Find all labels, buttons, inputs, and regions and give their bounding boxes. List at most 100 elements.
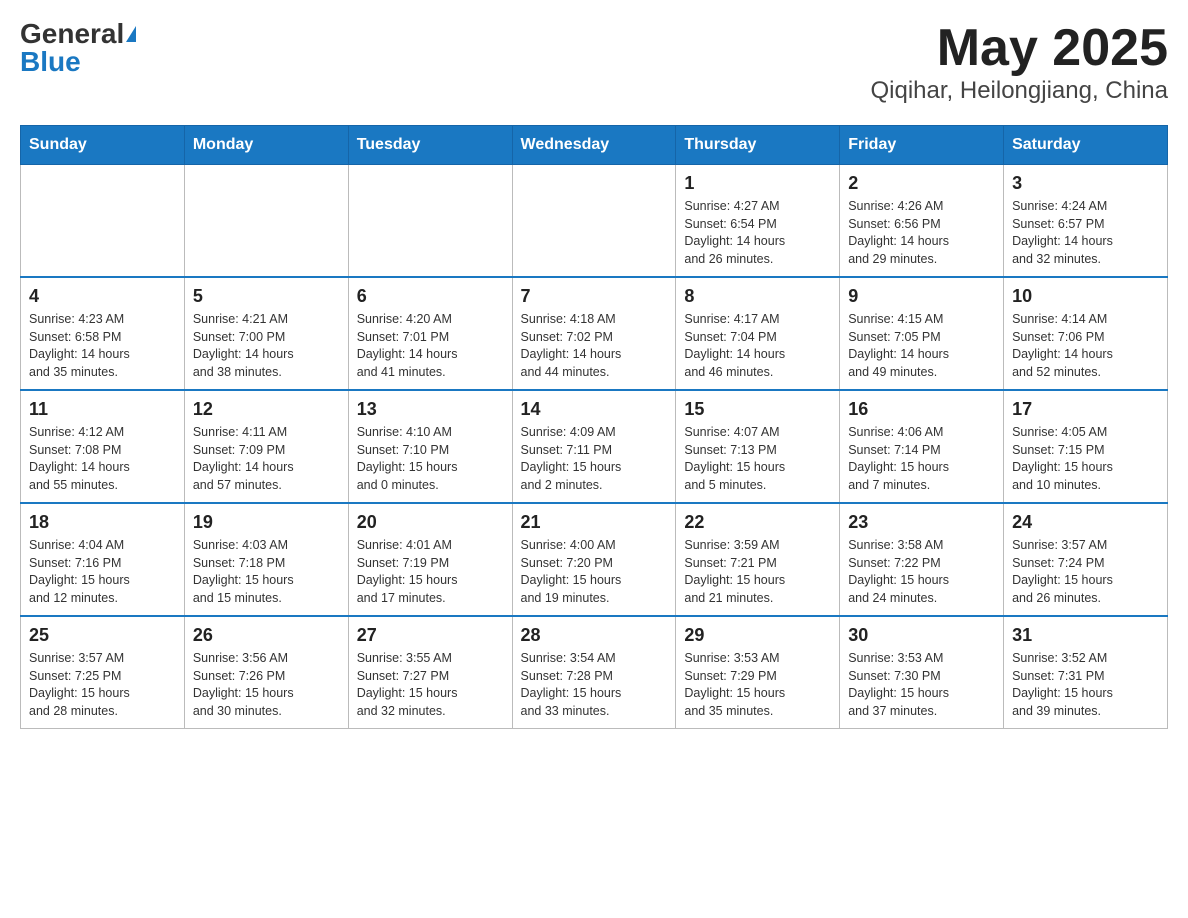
cell-4-1: 26 Sunrise: 3:56 AM Sunset: 7:26 PM Dayli… [184,616,348,729]
day-number: 28 [521,625,668,646]
col-wednesday: Wednesday [512,126,676,165]
cell-4-2: 27 Sunrise: 3:55 AM Sunset: 7:27 PM Dayli… [348,616,512,729]
day-number: 7 [521,286,668,307]
day-number: 9 [848,286,995,307]
week-row-5: 25 Sunrise: 3:57 AM Sunset: 7:25 PM Dayli… [21,616,1168,729]
day-number: 25 [29,625,176,646]
week-row-4: 18Sunrise: 4:04 AM Sunset: 7:16 PM Dayli… [21,503,1168,616]
day-number: 30 [848,625,995,646]
day-number: 4 [29,286,176,307]
cell-1-1: 5 Sunrise: 4:21 AM Sunset: 7:00 PM Daylig… [184,277,348,390]
day-info: Sunrise: 3:53 AM Sunset: 7:29 PM Dayligh… [684,650,831,720]
day-number: 3 [1012,173,1159,194]
cell-2-6: 17Sunrise: 4:05 AM Sunset: 7:15 PM Dayli… [1004,390,1168,503]
day-info: Sunrise: 3:55 AM Sunset: 7:27 PM Dayligh… [357,650,504,720]
day-number: 21 [521,512,668,533]
cell-2-2: 13Sunrise: 4:10 AM Sunset: 7:10 PM Dayli… [348,390,512,503]
cell-0-3 [512,165,676,278]
day-number: 23 [848,512,995,533]
day-number: 19 [193,512,340,533]
day-number: 27 [357,625,504,646]
day-number: 11 [29,399,176,420]
day-info: Sunrise: 4:24 AM Sunset: 6:57 PM Dayligh… [1012,198,1159,268]
day-info: Sunrise: 4:14 AM Sunset: 7:06 PM Dayligh… [1012,311,1159,381]
cell-1-5: 9 Sunrise: 4:15 AM Sunset: 7:05 PM Daylig… [840,277,1004,390]
col-saturday: Saturday [1004,126,1168,165]
calendar-header-row: Sunday Monday Tuesday Wednesday Thursday… [21,126,1168,165]
day-number: 1 [684,173,831,194]
cell-2-1: 12Sunrise: 4:11 AM Sunset: 7:09 PM Dayli… [184,390,348,503]
day-info: Sunrise: 4:21 AM Sunset: 7:00 PM Dayligh… [193,311,340,381]
day-number: 29 [684,625,831,646]
cell-0-1 [184,165,348,278]
cell-3-5: 23 Sunrise: 3:58 AM Sunset: 7:22 PM Dayli… [840,503,1004,616]
day-info: Sunrise: 4:26 AM Sunset: 6:56 PM Dayligh… [848,198,995,268]
day-info: Sunrise: 4:06 AM Sunset: 7:14 PM Dayligh… [848,424,995,494]
day-info: Sunrise: 3:58 AM Sunset: 7:22 PM Dayligh… [848,537,995,607]
day-number: 15 [684,399,831,420]
logo: General Blue [20,20,136,76]
day-number: 10 [1012,286,1159,307]
day-info: Sunrise: 3:56 AM Sunset: 7:26 PM Dayligh… [193,650,340,720]
cell-4-4: 29 Sunrise: 3:53 AM Sunset: 7:29 PM Dayli… [676,616,840,729]
week-row-3: 11 Sunrise: 4:12 AM Sunset: 7:08 PM Dayli… [21,390,1168,503]
cell-1-4: 8Sunrise: 4:17 AM Sunset: 7:04 PM Daylig… [676,277,840,390]
cell-4-3: 28 Sunrise: 3:54 AM Sunset: 7:28 PM Dayli… [512,616,676,729]
col-friday: Friday [840,126,1004,165]
cell-3-0: 18Sunrise: 4:04 AM Sunset: 7:16 PM Dayli… [21,503,185,616]
day-info: Sunrise: 4:12 AM Sunset: 7:08 PM Dayligh… [29,424,176,494]
cell-1-3: 7Sunrise: 4:18 AM Sunset: 7:02 PM Daylig… [512,277,676,390]
day-info: Sunrise: 4:27 AM Sunset: 6:54 PM Dayligh… [684,198,831,268]
cell-3-6: 24 Sunrise: 3:57 AM Sunset: 7:24 PM Dayli… [1004,503,1168,616]
day-info: Sunrise: 4:03 AM Sunset: 7:18 PM Dayligh… [193,537,340,607]
day-info: Sunrise: 3:57 AM Sunset: 7:24 PM Dayligh… [1012,537,1159,607]
day-info: Sunrise: 3:57 AM Sunset: 7:25 PM Dayligh… [29,650,176,720]
day-number: 22 [684,512,831,533]
week-row-1: 1 Sunrise: 4:27 AM Sunset: 6:54 PM Daylig… [21,165,1168,278]
cell-0-5: 2 Sunrise: 4:26 AM Sunset: 6:56 PM Daylig… [840,165,1004,278]
day-number: 8 [684,286,831,307]
cell-3-2: 20Sunrise: 4:01 AM Sunset: 7:19 PM Dayli… [348,503,512,616]
day-info: Sunrise: 3:59 AM Sunset: 7:21 PM Dayligh… [684,537,831,607]
day-info: Sunrise: 4:01 AM Sunset: 7:19 PM Dayligh… [357,537,504,607]
cell-0-6: 3 Sunrise: 4:24 AM Sunset: 6:57 PM Daylig… [1004,165,1168,278]
day-number: 5 [193,286,340,307]
logo-general-text: General [20,20,124,48]
col-tuesday: Tuesday [348,126,512,165]
cell-4-0: 25 Sunrise: 3:57 AM Sunset: 7:25 PM Dayli… [21,616,185,729]
cell-0-4: 1 Sunrise: 4:27 AM Sunset: 6:54 PM Daylig… [676,165,840,278]
week-row-2: 4 Sunrise: 4:23 AM Sunset: 6:58 PM Daylig… [21,277,1168,390]
day-number: 31 [1012,625,1159,646]
day-number: 26 [193,625,340,646]
col-monday: Monday [184,126,348,165]
day-info: Sunrise: 3:52 AM Sunset: 7:31 PM Dayligh… [1012,650,1159,720]
day-info: Sunrise: 4:09 AM Sunset: 7:11 PM Dayligh… [521,424,668,494]
cell-2-3: 14Sunrise: 4:09 AM Sunset: 7:11 PM Dayli… [512,390,676,503]
cell-4-5: 30Sunrise: 3:53 AM Sunset: 7:30 PM Dayli… [840,616,1004,729]
day-info: Sunrise: 3:54 AM Sunset: 7:28 PM Dayligh… [521,650,668,720]
cell-3-3: 21Sunrise: 4:00 AM Sunset: 7:20 PM Dayli… [512,503,676,616]
cell-3-4: 22 Sunrise: 3:59 AM Sunset: 7:21 PM Dayli… [676,503,840,616]
col-thursday: Thursday [676,126,840,165]
day-number: 2 [848,173,995,194]
cell-2-0: 11 Sunrise: 4:12 AM Sunset: 7:08 PM Dayli… [21,390,185,503]
day-number: 17 [1012,399,1159,420]
cell-0-2 [348,165,512,278]
day-info: Sunrise: 4:23 AM Sunset: 6:58 PM Dayligh… [29,311,176,381]
cell-1-2: 6Sunrise: 4:20 AM Sunset: 7:01 PM Daylig… [348,277,512,390]
cell-3-1: 19 Sunrise: 4:03 AM Sunset: 7:18 PM Dayli… [184,503,348,616]
calendar-table: Sunday Monday Tuesday Wednesday Thursday… [20,125,1168,729]
day-number: 6 [357,286,504,307]
cell-1-0: 4 Sunrise: 4:23 AM Sunset: 6:58 PM Daylig… [21,277,185,390]
day-info: Sunrise: 4:15 AM Sunset: 7:05 PM Dayligh… [848,311,995,381]
cell-2-4: 15Sunrise: 4:07 AM Sunset: 7:13 PM Dayli… [676,390,840,503]
day-info: Sunrise: 4:11 AM Sunset: 7:09 PM Dayligh… [193,424,340,494]
cell-0-0 [21,165,185,278]
col-sunday: Sunday [21,126,185,165]
day-number: 18 [29,512,176,533]
day-number: 24 [1012,512,1159,533]
month-title: May 2025 [870,20,1168,77]
title-block: May 2025 Qiqihar, Heilongjiang, China [870,20,1168,105]
day-info: Sunrise: 4:10 AM Sunset: 7:10 PM Dayligh… [357,424,504,494]
page-header: General Blue May 2025 Qiqihar, Heilongji… [20,20,1168,105]
